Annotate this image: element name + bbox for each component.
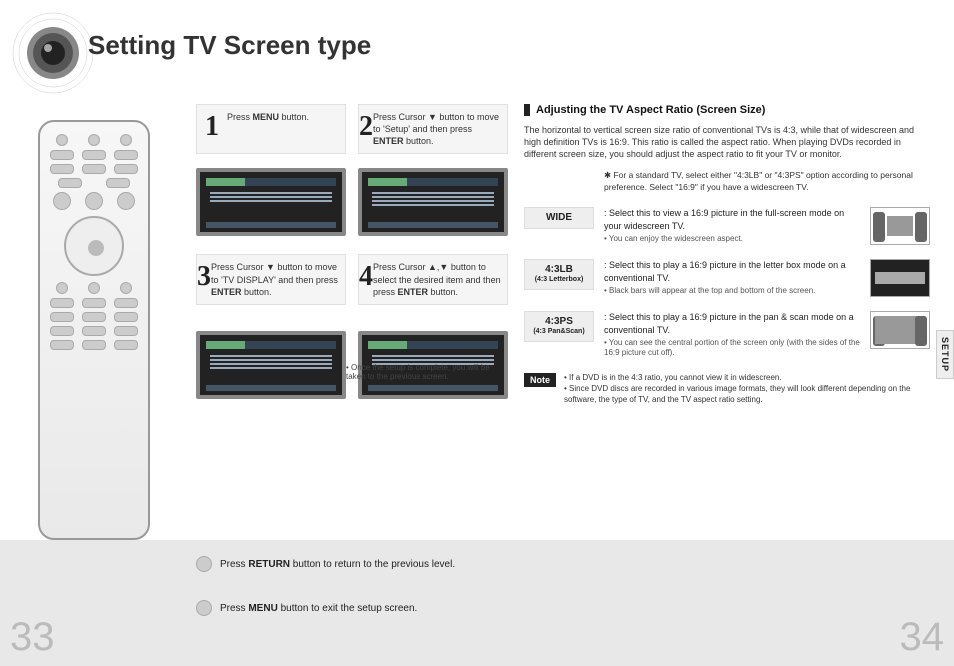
step-1: 1 Press MENU button. [196,104,346,154]
option-4-3-lb: 4:3LB (4:3 Letterbox) : Select this to p… [524,259,930,297]
option-label: 4:3PS (4:3 Pan&Scan) [524,311,594,341]
return-text: Press RETURN button to return to the pre… [220,559,455,570]
button-icon [196,556,212,572]
step-number: 2 [359,111,373,143]
option-label: 4:3LB (4:3 Letterbox) [524,259,594,289]
step-4: 4 Press Cursor ▲,▼ button to select the … [358,254,508,304]
step-text: Press MENU button. [227,111,309,123]
section-tab-setup: SETUP [936,330,954,379]
step-text: Press Cursor ▲,▼ button to select the de… [373,261,501,297]
option-label-text: 4:3LB [545,264,573,275]
step-text: Press Cursor ▼ button to move to 'TV DIS… [211,261,339,297]
bottom-bar [0,540,954,666]
note-badge: Note [524,373,556,387]
page-number-right: 34 [900,615,945,660]
screenshot-thumbnail [196,331,346,399]
page-number-left: 33 [10,615,55,660]
selection-hint: ✱ For a standard TV, select either "4:3L… [524,170,930,193]
step-3: 3 Press Cursor ▼ button to move to 'TV D… [196,254,346,304]
option-label: WIDE [524,207,594,229]
menu-text: Press MENU button to exit the setup scre… [220,603,417,614]
remote-control-illustration [38,120,150,540]
step-number: 3 [197,261,211,293]
letterbox-illustration [870,259,930,297]
menu-instruction: Press MENU button to exit the setup scre… [196,600,417,616]
step-number: 1 [197,111,227,143]
step-2: 2 Press Cursor ▼ button to move to 'Setu… [358,104,508,154]
wide-illustration [870,207,930,245]
option-label-sub: (4:3 Letterbox) [527,276,591,284]
intro-paragraph: The horizontal to vertical screen size r… [524,124,930,160]
speaker-illustration [8,8,98,98]
option-label-text: WIDE [546,212,572,223]
option-description: : Select this to play a 16:9 picture in … [604,311,860,359]
option-label-sub: (4:3 Pan&Scan) [527,328,591,336]
return-instruction: Press RETURN button to return to the pre… [196,556,455,572]
right-column: Adjusting the TV Aspect Ratio (Screen Si… [524,104,930,406]
note-row: Note • If a DVD is in the 4:3 ratio, you… [524,373,930,405]
screenshot-thumbnail [196,168,346,236]
setup-complete-note: • Once the setup is complete, you will b… [346,363,506,381]
option-4-3-ps: 4:3PS (4:3 Pan&Scan) : Select this to pl… [524,311,930,359]
option-description: : Select this to view a 16:9 picture in … [604,207,860,244]
step-text: Press Cursor ▼ button to move to 'Setup'… [373,111,501,147]
option-wide: WIDE : Select this to view a 16:9 pictur… [524,207,930,245]
note-text: • If a DVD is in the 4:3 ratio, you cann… [564,373,930,405]
button-icon [196,600,212,616]
page-title: Setting TV Screen type [88,30,371,61]
option-description: : Select this to play a 16:9 picture in … [604,259,860,296]
section-heading: Adjusting the TV Aspect Ratio (Screen Si… [524,104,930,116]
panscan-illustration [870,311,930,349]
screenshot-thumbnail [358,168,508,236]
option-label-text: 4:3PS [545,316,573,327]
step-number: 4 [359,261,373,293]
